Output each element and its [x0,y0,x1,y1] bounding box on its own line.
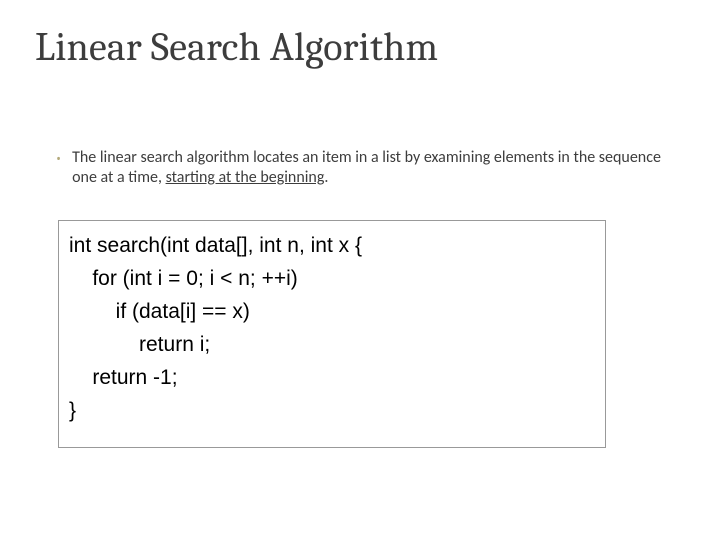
bullet-text-plain: The linear search algorithm locates an i… [72,148,661,187]
bullet-icon: • [55,149,62,167]
code-line-4: return i; [69,333,210,356]
code-block: int search(int data[], int n, int x { fo… [69,229,595,427]
slide-title: Linear Search Algorithm [35,24,438,70]
code-line-6: } [69,399,76,422]
code-line-1: int search(int data[], int n, int x { [69,234,362,257]
bullet-text-tail: . [324,168,328,187]
code-line-2: for (int i = 0; i < n; ++i) [69,267,298,290]
slide: Linear Search Algorithm • The linear sea… [0,0,720,540]
code-line-5: return -1; [69,366,178,389]
code-box: int search(int data[], int n, int x { fo… [58,220,606,448]
code-line-3: if (data[i] == x) [69,300,250,323]
bullet-text-underlined: starting at the beginning [166,168,325,187]
bullet-row: • The linear search algorithm locates an… [55,148,680,188]
bullet-text: The linear search algorithm locates an i… [72,148,680,188]
